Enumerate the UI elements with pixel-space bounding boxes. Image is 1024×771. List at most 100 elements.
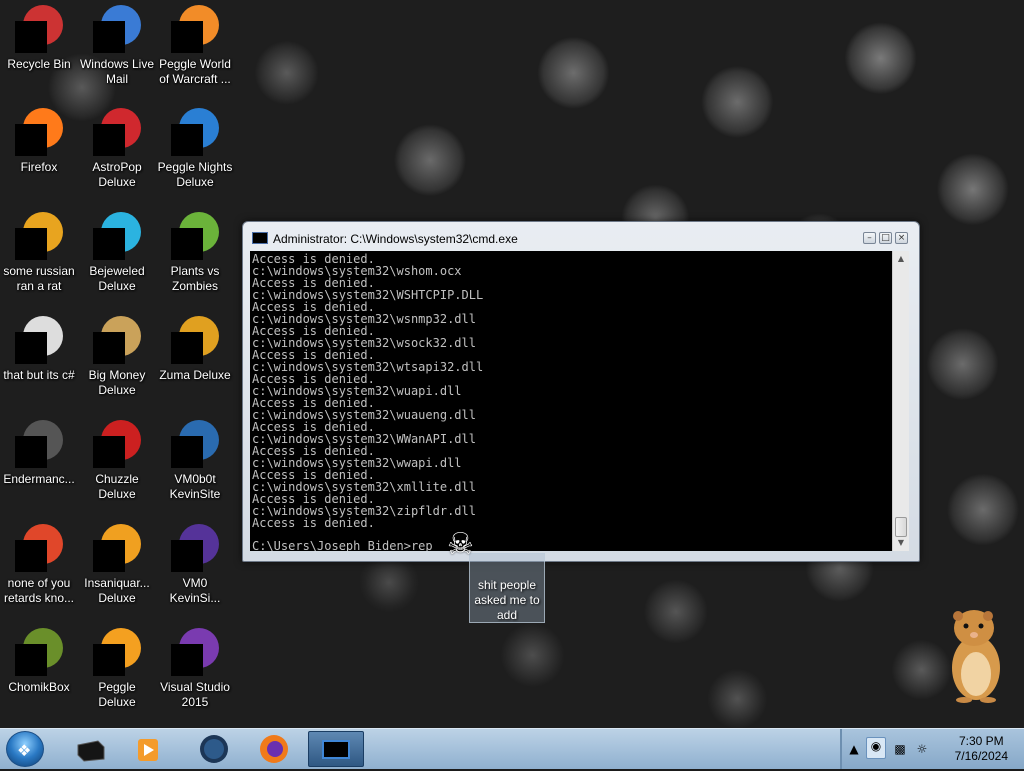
globe-icon bbox=[200, 735, 228, 763]
desktop-icon-none-of-you-retards-kno[interactable]: none of you retards kno... bbox=[0, 524, 78, 606]
desktop-icon-big-money-deluxe[interactable]: Big Money Deluxe bbox=[78, 316, 156, 398]
app-icon bbox=[171, 212, 219, 260]
black-box-icon bbox=[77, 740, 105, 762]
app-icon bbox=[93, 316, 141, 364]
windows-logo-icon: ❖ bbox=[17, 741, 32, 760]
desktop-icon-chomikbox[interactable]: ChomikBox bbox=[0, 628, 78, 695]
desktop-icon-label: AstroPop Deluxe bbox=[92, 160, 142, 189]
desktop-icon-label: ChomikBox bbox=[8, 680, 70, 694]
volume-icon[interactable]: ☼ bbox=[914, 741, 930, 757]
network-icon[interactable]: ▩ bbox=[892, 741, 908, 757]
desktop-icon-label: VM0b0t KevinSite bbox=[169, 472, 221, 501]
app-icon bbox=[93, 5, 141, 53]
firefox-icon bbox=[260, 735, 288, 763]
desktop-icon-label: Recycle Bin bbox=[7, 57, 71, 71]
desktop-icon-label: Peggle World of Warcraft ... bbox=[159, 57, 231, 86]
desktop-icon-label: Peggle Nights Deluxe bbox=[157, 160, 233, 189]
desktop-icon-that-but-its-c[interactable]: that but its c# bbox=[0, 316, 78, 383]
clock-time: 7:30 PM bbox=[958, 734, 1004, 748]
app-icon bbox=[171, 524, 219, 572]
app-icon bbox=[171, 108, 219, 156]
desktop-icon-label: Windows Live Mail bbox=[79, 57, 155, 86]
app-icon bbox=[15, 212, 63, 260]
app-icon bbox=[93, 524, 141, 572]
taskbar-item-media-player[interactable] bbox=[120, 731, 176, 767]
minimize-button[interactable]: – bbox=[863, 232, 876, 244]
dragged-desktop-item[interactable]: shit people asked me to add bbox=[469, 553, 545, 623]
console-prompt[interactable]: C:\Users\Joseph Biden>rep bbox=[252, 540, 433, 551]
desktop-icon-astropop-deluxe[interactable]: AstroPop Deluxe bbox=[78, 108, 156, 190]
cmd-console-output[interactable]: Access is denied. c:\windows\system32\ws… bbox=[250, 251, 892, 551]
taskbar-item-cmd[interactable] bbox=[308, 731, 364, 767]
desktop-icon-firefox[interactable]: Firefox bbox=[0, 108, 78, 175]
desktop-icon-label: none of you retards kno... bbox=[3, 576, 75, 605]
desktop-icon-zuma-deluxe[interactable]: Zuma Deluxe bbox=[156, 316, 234, 383]
desktop-icon-label: Chuzzle Deluxe bbox=[95, 472, 139, 501]
desktop-icon-label: Endermanc... bbox=[3, 472, 75, 486]
taskbar: ❖ ▲ ◉ ▩ ☼ 7:30 PM 7/16/2024 bbox=[0, 728, 1024, 769]
app-icon bbox=[15, 420, 63, 468]
desktop-icon-peggle-deluxe[interactable]: Peggle Deluxe bbox=[78, 628, 156, 710]
show-hidden-icons-icon[interactable]: ▲ bbox=[846, 741, 862, 757]
desktop-icon-vm0-kevinsi[interactable]: VM0 KevinSi... bbox=[156, 524, 234, 606]
desktop-icon-visual-studio-2015[interactable]: Visual Studio 2015 bbox=[156, 628, 234, 710]
taskbar-item-firefox[interactable] bbox=[246, 731, 302, 767]
desktop-icon-vm0b0t-kevinsite[interactable]: VM0b0t KevinSite bbox=[156, 420, 234, 502]
scrollbar-thumb[interactable] bbox=[895, 517, 907, 537]
desktop-icon-peggle-world-of-warcraft[interactable]: Peggle World of Warcraft ... bbox=[156, 5, 234, 87]
app-icon bbox=[93, 628, 141, 676]
system-tray: ▲ ◉ ▩ ☼ 7:30 PM 7/16/2024 bbox=[842, 729, 1024, 769]
hamster-desktop-pet-icon[interactable] bbox=[944, 604, 1006, 704]
app-icon bbox=[15, 524, 63, 572]
desktop-icon-label: VM0 KevinSi... bbox=[169, 576, 221, 605]
app-icon bbox=[171, 420, 219, 468]
maximize-button[interactable]: □ bbox=[879, 232, 892, 244]
taskbar-item-blackbox[interactable] bbox=[62, 731, 118, 767]
app-icon bbox=[15, 628, 63, 676]
cmd-window[interactable]: Administrator: C:\Windows\system32\cmd.e… bbox=[242, 221, 920, 562]
app-icon bbox=[93, 108, 141, 156]
start-button[interactable]: ❖ bbox=[6, 731, 44, 767]
desktop-icon-label: Visual Studio 2015 bbox=[160, 680, 230, 709]
desktop-icon-label: some russian ran a rat bbox=[3, 264, 75, 293]
app-icon bbox=[171, 5, 219, 53]
app-icon bbox=[93, 420, 141, 468]
close-button[interactable]: × bbox=[895, 232, 908, 244]
app-icon bbox=[171, 316, 219, 364]
taskbar-item-globe[interactable] bbox=[186, 731, 242, 767]
console-text: Access is denied. c:\windows\system32\ws… bbox=[252, 252, 484, 530]
skull-cursor-icon: ☠ bbox=[447, 527, 474, 562]
scroll-down-arrow-icon[interactable]: ▼ bbox=[893, 535, 909, 551]
cmd-taskbar-icon bbox=[322, 740, 350, 759]
desktop-icon-label: Insaniquar... Deluxe bbox=[84, 576, 150, 605]
app-icon bbox=[15, 108, 63, 156]
desktop-icon-some-russian-ran-a-rat[interactable]: some russian ran a rat bbox=[0, 212, 78, 294]
desktop-icon-insaniquar-deluxe[interactable]: Insaniquar... Deluxe bbox=[78, 524, 156, 606]
cmd-app-icon[interactable] bbox=[252, 232, 268, 244]
desktop-icon-label: Plants vs Zombies bbox=[170, 264, 220, 293]
app-icon bbox=[15, 5, 63, 53]
scroll-up-arrow-icon[interactable]: ▲ bbox=[893, 251, 909, 267]
desktop-icon-peggle-nights-deluxe[interactable]: Peggle Nights Deluxe bbox=[156, 108, 234, 190]
desktop-icon-windows-live-mail[interactable]: Windows Live Mail bbox=[78, 5, 156, 87]
desktop-icon-label: Bejeweled Deluxe bbox=[89, 264, 145, 293]
cmd-window-title: Administrator: C:\Windows\system32\cmd.e… bbox=[273, 232, 518, 246]
media-player-icon bbox=[138, 739, 158, 761]
cmd-scrollbar[interactable]: ▲ ▼ bbox=[892, 251, 909, 551]
desktop-icon-bejeweled-deluxe[interactable]: Bejeweled Deluxe bbox=[78, 212, 156, 294]
cmd-titlebar[interactable]: Administrator: C:\Windows\system32\cmd.e… bbox=[243, 222, 919, 250]
dragged-item-label: shit people asked me to add bbox=[474, 578, 540, 622]
desktop-icon-chuzzle-deluxe[interactable]: Chuzzle Deluxe bbox=[78, 420, 156, 502]
desktop-icon-label: Peggle Deluxe bbox=[98, 680, 136, 709]
app-icon bbox=[15, 316, 63, 364]
desktop-icon-label: Firefox bbox=[20, 160, 58, 174]
desktop-icon-label: that but its c# bbox=[3, 368, 75, 382]
app-icon bbox=[93, 212, 141, 260]
desktop-icon-plants-vs-zombies[interactable]: Plants vs Zombies bbox=[156, 212, 234, 294]
desktop-icon-recycle-bin[interactable]: Recycle Bin bbox=[0, 5, 78, 72]
app-icon bbox=[171, 628, 219, 676]
desktop-icon-endermanc[interactable]: Endermanc... bbox=[0, 420, 78, 487]
taskbar-clock[interactable]: 7:30 PM 7/16/2024 bbox=[955, 734, 1008, 764]
action-center-icon[interactable]: ◉ bbox=[866, 737, 886, 759]
desktop-icon-label: Big Money Deluxe bbox=[88, 368, 146, 397]
